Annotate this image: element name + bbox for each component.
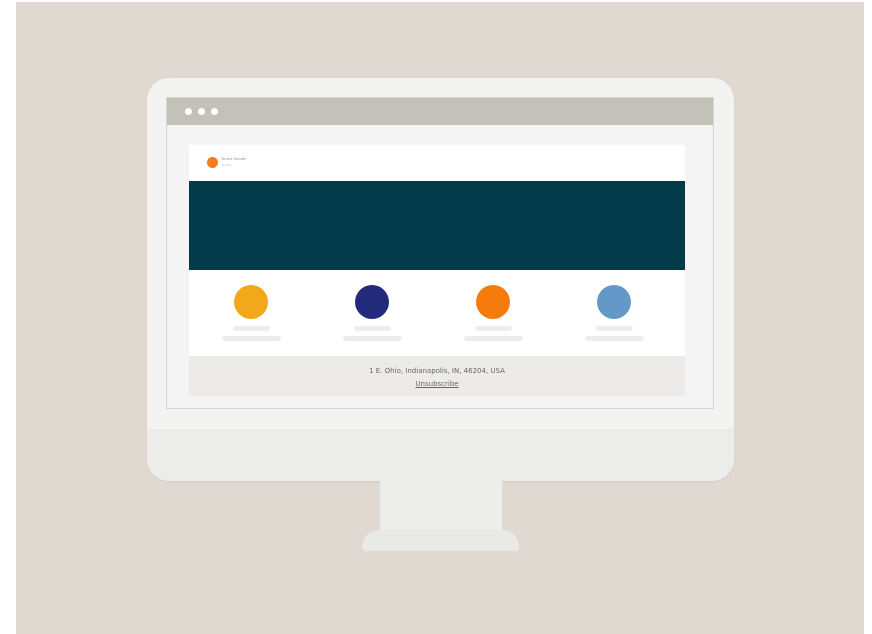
- sender-name: Knack Sender: [222, 157, 247, 161]
- feature-circle-icon: [234, 285, 268, 319]
- email-header: Knack Sender to me: [189, 145, 685, 181]
- sender-avatar: [207, 157, 218, 168]
- email-footer: 1 E. Ohio, Indianapolis, IN, 46204, USA …: [189, 356, 685, 396]
- email-preview: Knack Sender to me 1 E. Ohio, Indianapol…: [189, 145, 685, 396]
- feature-title-placeholder: [354, 326, 391, 331]
- feature-row: [189, 270, 685, 356]
- window-control-dot[interactable]: [211, 108, 218, 115]
- unsubscribe-link[interactable]: Unsubscribe: [189, 380, 685, 388]
- feature-card: [310, 270, 434, 356]
- feature-text-placeholder: [464, 336, 523, 341]
- browser-titlebar: [167, 98, 713, 125]
- feature-title-placeholder: [233, 326, 270, 331]
- feature-circle-icon: [597, 285, 631, 319]
- monitor-chin: [147, 429, 734, 481]
- feature-text-placeholder: [343, 336, 402, 341]
- feature-text-placeholder: [222, 336, 281, 341]
- hero-banner: [189, 181, 685, 270]
- feature-circle-icon: [476, 285, 510, 319]
- window-control-dot[interactable]: [185, 108, 192, 115]
- footer-address: 1 E. Ohio, Indianapolis, IN, 46204, USA: [369, 367, 505, 375]
- feature-title-placeholder: [475, 326, 512, 331]
- feature-card: [552, 270, 676, 356]
- browser-window: Knack Sender to me 1 E. Ohio, Indianapol…: [166, 97, 714, 409]
- feature-text-placeholder: [585, 336, 644, 341]
- window-control-dot[interactable]: [198, 108, 205, 115]
- feature-circle-icon: [355, 285, 389, 319]
- sender-meta: to me: [222, 163, 231, 167]
- feature-card: [189, 270, 313, 356]
- feature-title-placeholder: [596, 326, 633, 331]
- monitor-stand-base: [362, 530, 519, 551]
- feature-card: [431, 270, 555, 356]
